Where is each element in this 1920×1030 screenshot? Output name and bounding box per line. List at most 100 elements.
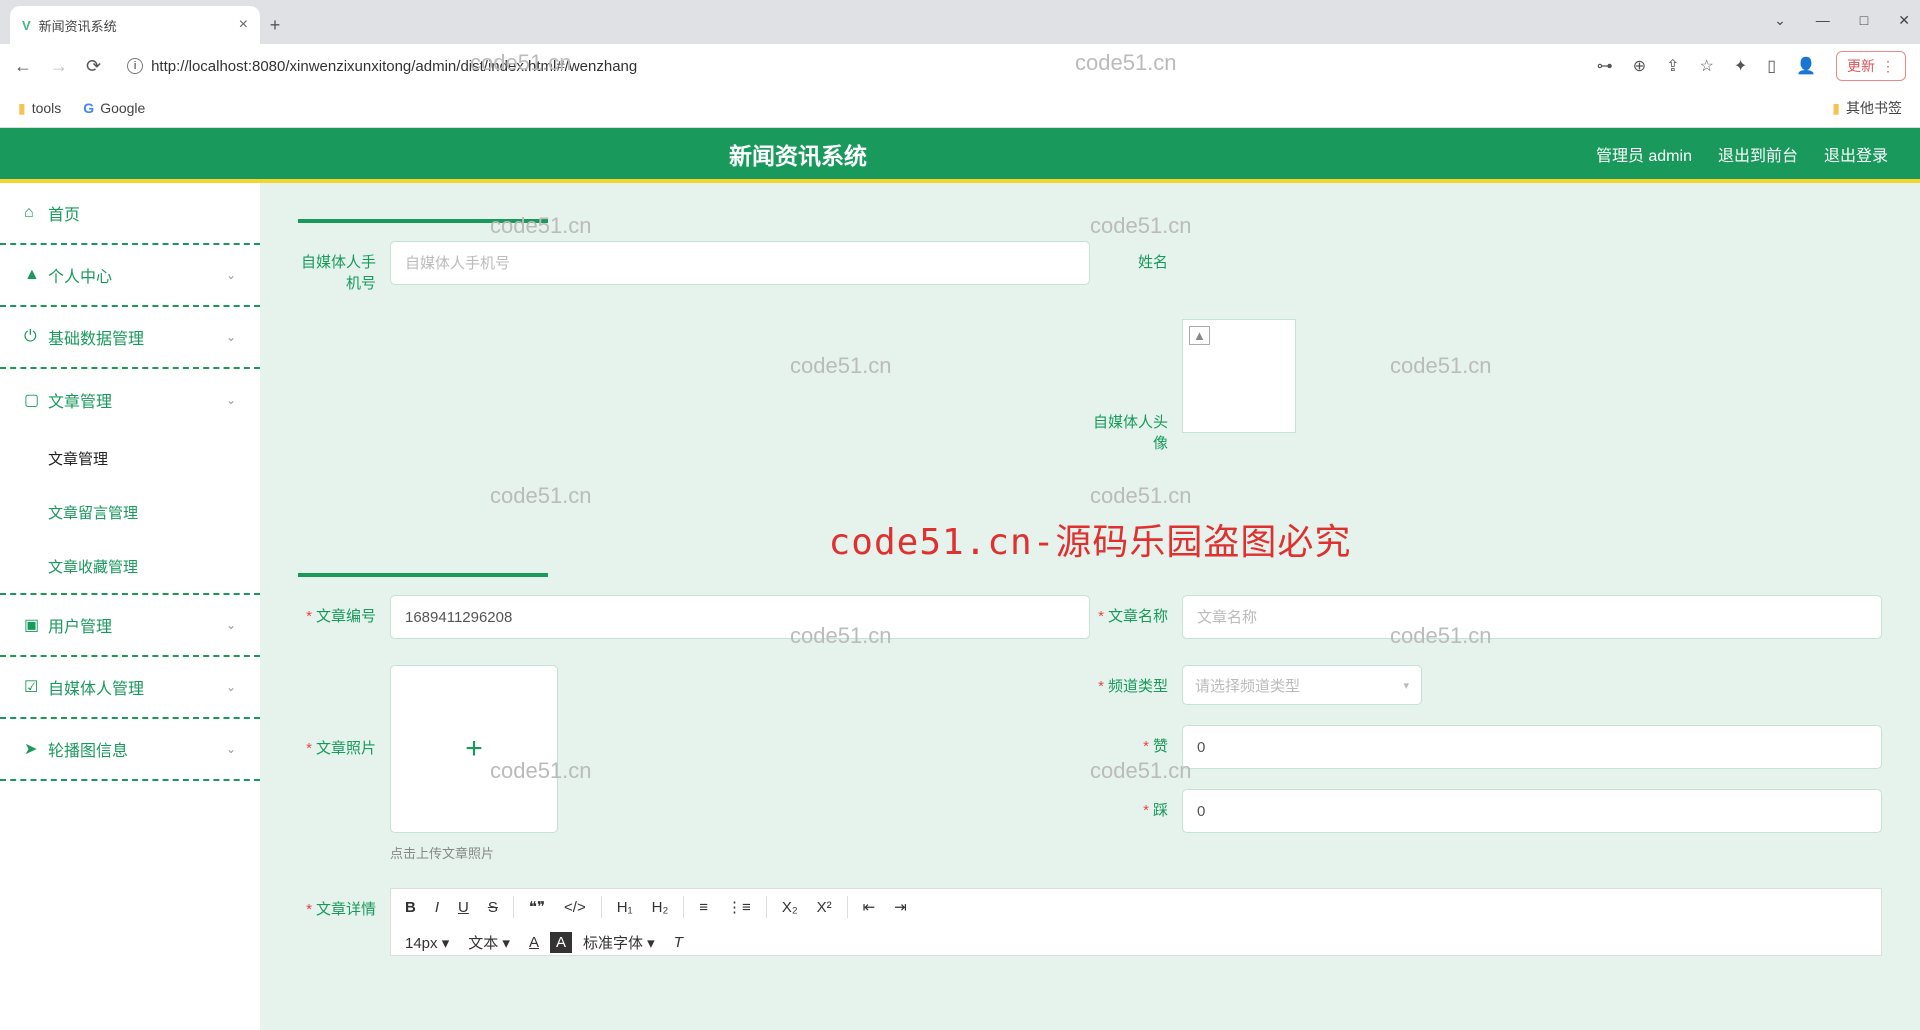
dislike-label: *踩 — [1090, 789, 1182, 833]
bookmark-google[interactable]: GGoogle — [83, 100, 145, 116]
upload-hint: 点击上传文章照片 — [390, 843, 558, 862]
media-head-image[interactable]: ▲ — [1182, 319, 1296, 433]
address-bar: ← → ⟳ i http://localhost:8080/xinwenzixu… — [0, 44, 1920, 88]
plus-icon: + — [465, 732, 483, 766]
detail-label: *文章详情 — [298, 888, 390, 956]
watermark: code51.cn — [1090, 483, 1192, 509]
folder-icon: ▮ — [1832, 100, 1840, 117]
user-label[interactable]: 管理员 admin — [1596, 142, 1692, 166]
quote-button[interactable]: ❝❞ — [521, 893, 553, 921]
topbar-links: 管理员 admin 退出到前台 退出登录 — [1596, 142, 1920, 166]
topbar: 新闻资讯系统 管理员 admin 退出到前台 退出登录 — [0, 128, 1920, 183]
sidebar-item-personal[interactable]: ▲个人中心⌄ — [0, 245, 260, 307]
sup-button[interactable]: X² — [809, 894, 840, 921]
info-icon[interactable]: i — [127, 58, 143, 74]
clear-button[interactable]: T — [666, 929, 691, 956]
italic-button[interactable]: I — [427, 894, 447, 921]
star-icon[interactable]: ☆ — [1700, 56, 1714, 76]
user-icon: ▲ — [24, 266, 48, 284]
sidebar-item-user[interactable]: ▣用户管理⌄ — [0, 595, 260, 657]
chevron-down-icon: ▾ — [1403, 679, 1409, 692]
channel-select[interactable]: 请选择频道类型▾ — [1182, 665, 1422, 705]
watermark: code51.cn — [490, 483, 592, 509]
sidebar-item-media[interactable]: ☑自媒体人管理⌄ — [0, 657, 260, 719]
url-field[interactable]: i http://localhost:8080/xinwenzixunxiton… — [119, 58, 1579, 75]
style-select[interactable]: 文本 ▾ — [460, 927, 518, 958]
indent-button[interactable]: ⇤ — [855, 893, 884, 921]
strike-button[interactable]: S — [480, 894, 506, 921]
fontsize-select[interactable]: 14px ▾ — [397, 929, 457, 957]
exit-front-link[interactable]: 退出到前台 — [1718, 142, 1798, 166]
article-no-input[interactable] — [390, 595, 1090, 639]
color-button[interactable]: A — [521, 929, 547, 956]
article-name-input[interactable] — [1182, 595, 1882, 639]
url-text: http://localhost:8080/xinwenzixunxitong/… — [151, 58, 637, 75]
forward-icon[interactable]: → — [50, 56, 68, 77]
zoom-icon[interactable]: ⊕ — [1633, 56, 1646, 76]
sidebar-sub-article[interactable]: 文章管理 — [0, 431, 260, 485]
broken-image-icon: ▲ — [1189, 326, 1210, 345]
back-icon[interactable]: ← — [14, 56, 32, 77]
article-name-label: *文章名称 — [1090, 595, 1182, 626]
chevron-down-icon[interactable]: ⌄ — [1774, 12, 1786, 29]
h1-button[interactable]: H₁ — [609, 894, 641, 921]
new-tab-button[interactable]: + — [260, 15, 290, 44]
panel-icon[interactable]: ▯ — [1767, 56, 1776, 76]
bookmark-other[interactable]: ▮其他书签 — [1832, 98, 1902, 118]
section-badge — [298, 573, 548, 577]
h2-button[interactable]: H₂ — [644, 894, 677, 921]
check-icon: ☑ — [24, 677, 48, 697]
logout-link[interactable]: 退出登录 — [1824, 142, 1888, 166]
sidebar-sub-collect[interactable]: 文章收藏管理 — [0, 539, 260, 593]
nav-icon: ➤ — [24, 739, 48, 759]
browser-tab[interactable]: V 新闻资讯系统 × — [10, 6, 260, 44]
share-icon[interactable]: ⇪ — [1666, 56, 1679, 76]
code-button[interactable]: </> — [556, 894, 594, 921]
bookmark-tools[interactable]: ▮tools — [18, 100, 61, 117]
google-icon: G — [83, 100, 94, 116]
dislike-input[interactable] — [1182, 789, 1882, 833]
maximize-icon[interactable]: □ — [1860, 12, 1868, 29]
bgcolor-button[interactable]: A — [550, 932, 572, 953]
sub-button[interactable]: X₂ — [774, 894, 806, 921]
minimize-icon[interactable]: — — [1816, 12, 1830, 29]
media-phone-label: 自媒体人手机号 — [298, 241, 390, 293]
like-input[interactable] — [1182, 725, 1882, 769]
sidebar-sub-comment[interactable]: 文章留言管理 — [0, 485, 260, 539]
article-no-label: *文章编号 — [298, 595, 390, 626]
section-badge — [298, 219, 548, 223]
article-photo-label: *文章照片 — [298, 665, 390, 758]
big-watermark: code51.cn-源码乐园盗图必究 — [829, 513, 1352, 565]
font-select[interactable]: 标准字体 ▾ — [575, 927, 663, 958]
tab-bar: V 新闻资讯系统 × + ⌄ — □ ✕ — [0, 0, 1920, 44]
chevron-down-icon: ⌄ — [226, 393, 236, 407]
media-phone-input[interactable] — [390, 241, 1090, 285]
reload-icon[interactable]: ⟳ — [86, 56, 101, 77]
upload-photo-box[interactable]: + — [390, 665, 558, 833]
update-button[interactable]: 更新⋮ — [1836, 51, 1906, 81]
sidebar: ⌂首页 ▲个人中心⌄ ⏻基础数据管理⌄ ▢文章管理⌄ 文章管理 文章留言管理 文… — [0, 183, 260, 1030]
ul-button[interactable]: ⋮≡ — [719, 893, 759, 921]
ol-button[interactable]: ≡ — [691, 894, 716, 921]
main-content: 自媒体人手机号 姓名 自媒体人头像 ▲ *文章编号 — [260, 183, 1920, 1030]
sidebar-item-basedata[interactable]: ⏻基础数据管理⌄ — [0, 307, 260, 369]
bold-button[interactable]: B — [397, 894, 424, 921]
folder-icon: ▮ — [18, 100, 26, 117]
underline-button[interactable]: U — [450, 894, 477, 921]
app-root: 新闻资讯系统 管理员 admin 退出到前台 退出登录 ⌂首页 ▲个人中心⌄ ⏻… — [0, 128, 1920, 1030]
profile-icon[interactable]: 👤 — [1796, 56, 1816, 76]
extensions-icon[interactable]: ✦ — [1734, 56, 1747, 76]
sidebar-item-carousel[interactable]: ➤轮播图信息⌄ — [0, 719, 260, 781]
app-title: 新闻资讯系统 — [0, 137, 1596, 171]
key-icon[interactable]: ⊶ — [1597, 56, 1613, 76]
sidebar-item-home[interactable]: ⌂首页 — [0, 183, 260, 245]
editor-toolbar: B I U S ❝❞ </> H₁ H₂ ≡ ⋮≡ X₂ — [390, 888, 1882, 956]
close-window-icon[interactable]: ✕ — [1898, 12, 1910, 29]
watermark: code51.cn — [1090, 213, 1192, 239]
close-tab-icon[interactable]: × — [239, 16, 248, 34]
watermark: code51.cn — [490, 213, 592, 239]
browser-chrome: V 新闻资讯系统 × + ⌄ — □ ✕ ← → ⟳ i http://loca… — [0, 0, 1920, 128]
chevron-down-icon: ⌄ — [226, 742, 236, 756]
outdent-button[interactable]: ⇥ — [886, 893, 915, 921]
sidebar-item-article[interactable]: ▢文章管理⌄ — [0, 369, 260, 431]
